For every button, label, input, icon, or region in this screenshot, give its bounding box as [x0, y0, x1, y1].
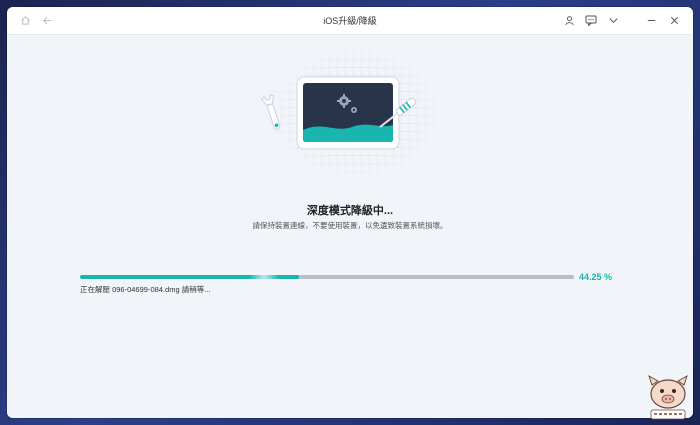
- main-content: 深度模式降級中... 請保持裝置連線，不要使用裝置，以免遺致裝置系統損壞。 44…: [7, 35, 693, 418]
- user-icon[interactable]: [561, 12, 577, 28]
- instruction-text: 請保持裝置連線，不要使用裝置，以免遺致裝置系統損壞。: [252, 221, 448, 230]
- device-repair-illustration: [261, 76, 417, 150]
- extract-status-text: 正在解壓 096-04699-084.dmg 請稍等...: [80, 285, 211, 294]
- progress-percent: 44.25 %: [579, 272, 613, 282]
- watermark-mascot: [648, 374, 688, 420]
- progress-fill: [80, 275, 299, 279]
- close-icon[interactable]: [666, 12, 682, 28]
- app-window: iOS升級/降級 深度模式降級中... 請保持裝置連線，不要使用裝置，以免遺致裝…: [7, 7, 693, 418]
- screen-icon: [296, 76, 400, 150]
- title-bar: iOS升級/降級: [7, 7, 693, 35]
- wrench-icon: [261, 94, 281, 130]
- minimize-icon[interactable]: [643, 12, 659, 28]
- chevron-down-icon[interactable]: [605, 12, 621, 28]
- status-heading: 深度模式降級中...: [306, 205, 394, 217]
- feedback-icon[interactable]: [583, 12, 599, 28]
- progress-bar: [80, 275, 574, 279]
